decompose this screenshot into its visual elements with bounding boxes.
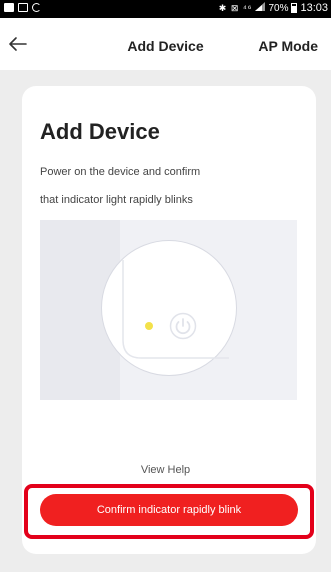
- status-bar: ✱ ⊠ ⁴⁶ 70% 13:03: [0, 0, 331, 18]
- ap-mode-button[interactable]: AP Mode: [258, 38, 318, 54]
- status-time: 13:03: [300, 2, 328, 14]
- battery-percent: 70%: [268, 2, 289, 14]
- power-icon: [169, 312, 197, 340]
- status-right: ✱ ⊠ ⁴⁶ 70% 13:03: [219, 2, 328, 14]
- battery-icon: [291, 3, 298, 13]
- indicator-light: [145, 322, 153, 330]
- device-panel-shape: [122, 260, 229, 359]
- nav-bar: Add Device AP Mode: [0, 18, 331, 70]
- instruction-line-1: Power on the device and confirm: [40, 166, 201, 178]
- gallery-icon: [4, 3, 14, 12]
- sync-icon: [32, 3, 41, 12]
- status-indicators: ✱ ⊠ ⁴⁶: [218, 2, 253, 13]
- device-illustration: [40, 220, 297, 400]
- confirm-indicator-button[interactable]: Confirm indicator rapidly blink: [40, 494, 298, 526]
- status-left-icons: [4, 3, 41, 12]
- signal-icon: [255, 2, 266, 14]
- card-title: Add Device: [40, 119, 160, 144]
- instruction-line-2: that indicator light rapidly blinks: [40, 194, 193, 206]
- view-help-link[interactable]: View Help: [0, 464, 331, 476]
- image-icon: [18, 3, 28, 12]
